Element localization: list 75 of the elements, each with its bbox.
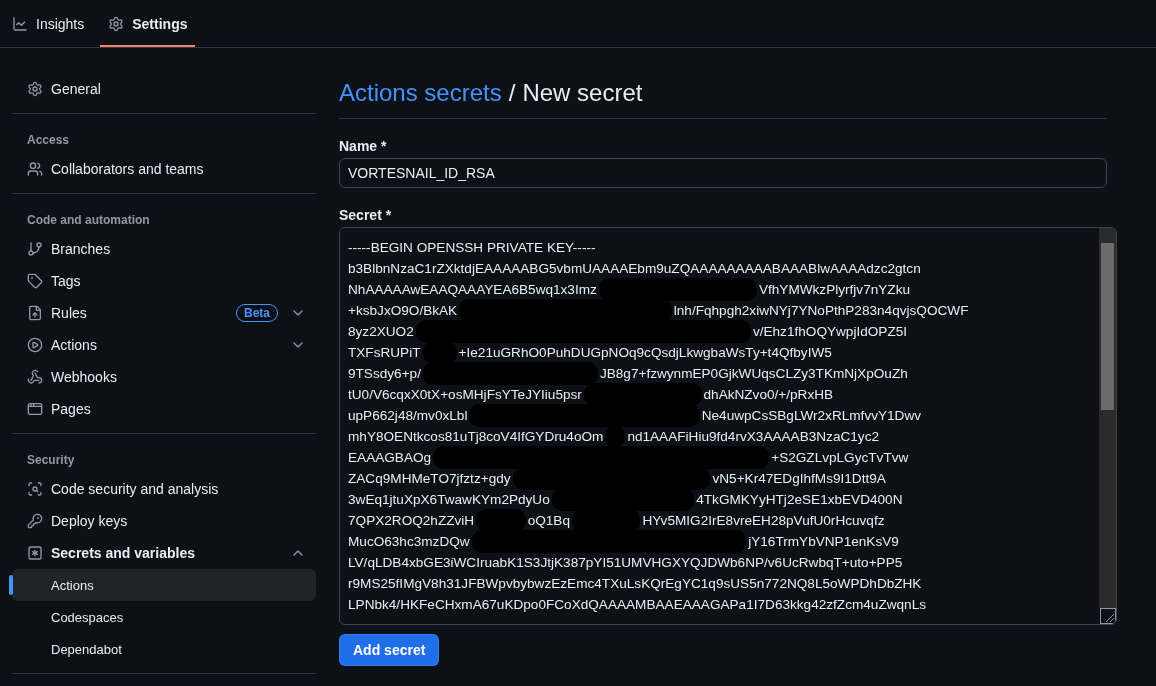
key-text: nd1AAAFiHiu9fd4rvX3AAAAB3NzaC1yc2 [627, 428, 879, 446]
field-label: Secret * [339, 207, 392, 223]
key-text: Ne4uwpCsSBgLWr2xRLmfvvY1Dwv [701, 407, 922, 425]
sidebar-item[interactable]: General [12, 73, 316, 105]
key-text: vN5+Kr47EDgIhfMs9I1Dtt9A [712, 470, 886, 488]
play-icon [27, 337, 43, 353]
key-text: r9MS25fIMgV8h31JFBWpvbybwzEzEmc4TXuLsKQrEgYC1q9sUS5n772NQ8L5oWPDhDbZHK [348, 575, 922, 593]
key-text: oQ1Bq [527, 512, 570, 530]
key-text: +ksbJxO9O/BkAK [348, 302, 458, 320]
key-text: dhAkNZvo0/+/pRxHB [703, 386, 834, 404]
key-text: MucO63hc3mzDQw [348, 533, 470, 551]
gear-icon [27, 81, 43, 97]
line-chart-icon [12, 15, 28, 32]
key-text: HYv5MIG2IrE8vreEH28pVufU0rHcuvqfz [642, 512, 885, 530]
people-icon [27, 161, 43, 177]
branch-icon [27, 241, 43, 257]
sidebar-subitem[interactable]: Codespaces [12, 601, 316, 633]
breadcrumb-separator: / [508, 78, 516, 108]
webhook-icon [27, 369, 43, 385]
sidebar-subitem[interactable]: Dependabot [12, 633, 316, 665]
asterisk-icon [27, 545, 43, 561]
sidebar-item[interactable]: Pages [12, 393, 316, 425]
key-text: upP662j48/mv0xLbl [348, 407, 468, 425]
sidebar-item[interactable]: Tags [12, 265, 316, 297]
key-text: JB8g7+fzwynmEP0GjkWUqsCLZy3TKmNjXpOuZh [599, 365, 908, 383]
sidebar-item[interactable]: Collaborators and teams [12, 153, 316, 185]
key-text: b3BlbnNzaC1rZXktdjEAAAAABG5vbmUAAAAEbm9uZQAAAAAAAAABAAABlwAAAAdzc2gtcn [348, 260, 921, 278]
key-text: NhAAAAAwEAAQAAAYEA6B5wq1x3Imz [348, 281, 597, 299]
key-icon [27, 513, 43, 529]
scrollbar[interactable] [1099, 228, 1116, 608]
gear-icon [108, 15, 125, 32]
key-text: LV/qLDB4xbGE3iWCIruabK1S3JtjK387pYI51UMVHGXYQJDWb6NP/v6UcRwbqT+uto+PP5 [348, 554, 903, 572]
key-text: mhY8OENtkcos81uTj8coV4IfGYDru4oOm [348, 428, 604, 446]
resize-grip-icon[interactable] [1100, 608, 1116, 624]
sidebar-item[interactable]: Webhooks [12, 361, 316, 393]
name-field[interactable]: VORTESNAIL_ID_RSA [339, 158, 1107, 188]
breadcrumb-link[interactable]: Actions secrets [339, 78, 502, 108]
section-heading: Security [26, 452, 76, 469]
field-label: Name * [339, 138, 387, 154]
key-text: lnh/Fqhpgh2xiwNYj7YNoPthP283n4qvjsQOCWF [673, 302, 969, 320]
section-heading: Access [26, 132, 71, 149]
nav-tab[interactable]: Settings [100, 0, 196, 47]
key-text: tU0/V6cqxX0tX+osMHjFsYTeJYIiu5psr [348, 386, 582, 404]
key-text: 8yz2XUO2 [348, 323, 414, 341]
sidebar-item[interactable]: Secrets and variables [12, 537, 316, 569]
key-text: VfhYMWkzPlyrfjv7nYZku [758, 281, 910, 299]
tag-icon [27, 273, 43, 289]
sidebar-item[interactable]: Code security and analysis [12, 473, 316, 505]
scan-search-icon [27, 481, 43, 497]
key-text: v/Ehz1fhOQYwpjIdOPZ5I [752, 323, 908, 341]
key-text: 4TkGMKYyHTj2eSE1xbEVD400N [696, 491, 903, 509]
key-text: +S2GZLvpLGycTvTvw [771, 449, 909, 467]
page-title: New secret [522, 78, 643, 108]
key-text: 3wEq1jtuXpX6TwawKYm2PdyUo [348, 491, 550, 509]
key-text: -----BEGIN OPENSSH PRIVATE KEY----- [348, 239, 596, 257]
sidebar-subitem[interactable]: Actions [12, 569, 316, 601]
nav-tab[interactable]: Insights [4, 0, 93, 47]
key-text: ZACq9MHMeTO7jfztz+gdy [348, 470, 511, 488]
sidebar-item[interactable]: Actions [12, 329, 316, 361]
active-indicator [9, 575, 13, 595]
file-upload-icon [27, 305, 43, 321]
sidebar-item[interactable]: Branches [12, 233, 316, 265]
key-text: TXFsRUPiT [348, 344, 421, 362]
key-text: EAAAGBAOg [348, 449, 432, 467]
section-heading: Code and automation [26, 212, 151, 229]
key-text: 9TSsdy6+p/ [348, 365, 421, 383]
sidebar-item[interactable]: Rules Beta [12, 297, 316, 329]
key-text: 7QPX2ROQ2hZZviH [348, 512, 475, 530]
key-text: jY16TrmYbVNP1enKsV9 [748, 533, 899, 551]
sidebar-item[interactable]: Deploy keys [12, 505, 316, 537]
add-secret-button[interactable]: Add secret [339, 634, 440, 666]
secret-field[interactable] [339, 227, 1117, 625]
window-icon [27, 401, 43, 417]
key-text: LPNbk4/HKFeCHxmA67uKDpo0FCoXdQAAAAMBAAEAAAGAPa1I7D63kkg42zfZcm4uZwqnLs [348, 596, 926, 614]
key-text: +Ie21uGRhO0PuhDUGpNOq9cQsdjLkwgbaWsTy+t4QfbyIW5 [458, 344, 832, 362]
